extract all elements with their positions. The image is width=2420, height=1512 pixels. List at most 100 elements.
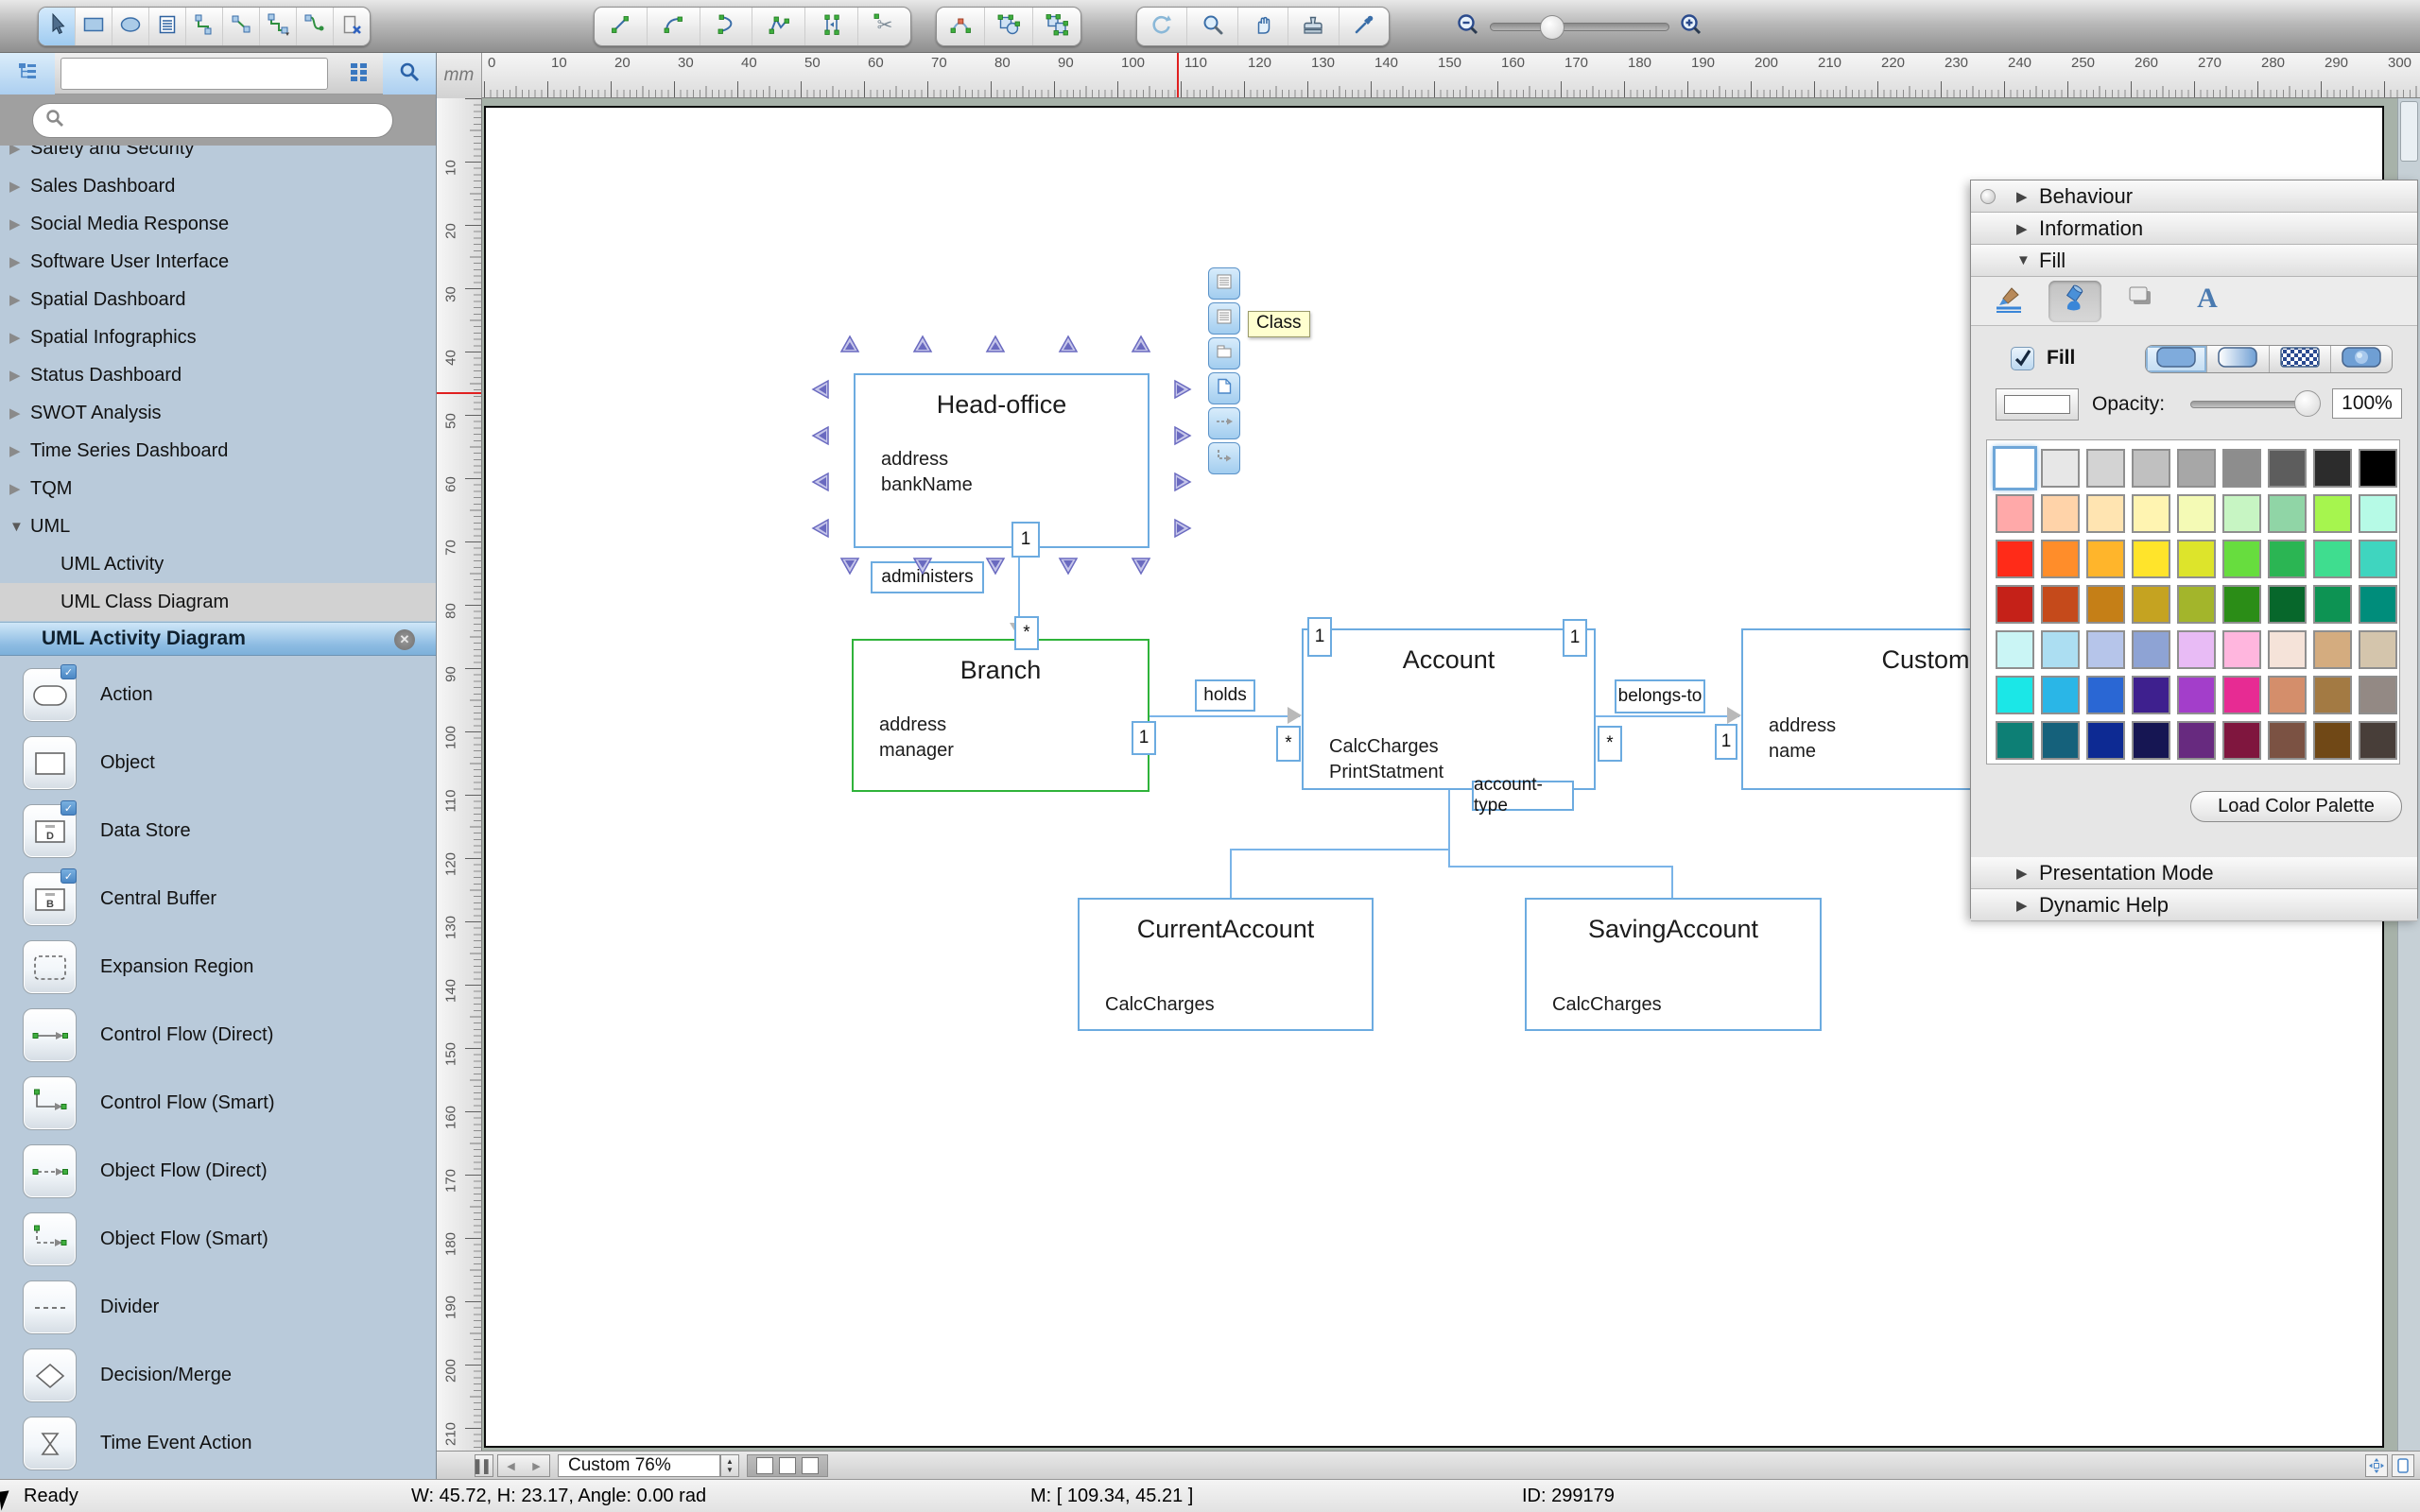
association-label[interactable]: 1 — [1307, 617, 1332, 657]
uml-class-head-office[interactable]: Head-officeaddressbankName — [854, 373, 1150, 548]
text-tab[interactable]: A — [2181, 281, 2234, 322]
color-swatch[interactable] — [2177, 630, 2216, 669]
uml-class-currentaccount[interactable]: CurrentAccountCalcCharges — [1078, 898, 1374, 1031]
color-swatch[interactable] — [2132, 676, 2170, 714]
shape-item-flow-smart[interactable]: Control Flow (Smart) — [0, 1070, 436, 1138]
color-swatch[interactable] — [2132, 721, 2170, 760]
sidebar-item-uml-class-diagram[interactable]: UML Class Diagram — [0, 583, 436, 621]
text-tool-button[interactable] — [149, 8, 186, 45]
connector-line[interactable] — [1671, 866, 1673, 898]
connector-line[interactable] — [1448, 790, 1450, 866]
color-swatch[interactable] — [2041, 721, 2080, 760]
pan-tool-button[interactable] — [1238, 8, 1288, 45]
color-swatch[interactable] — [1996, 630, 2034, 669]
sidebar-item-software-user-interface[interactable]: ▶Software User Interface — [0, 243, 436, 281]
color-swatch[interactable] — [2359, 540, 2397, 578]
zoom-slider-knob[interactable] — [1540, 15, 1564, 40]
line-tool-button[interactable] — [595, 8, 648, 45]
rotate-tool-button[interactable] — [1137, 8, 1187, 45]
color-swatch[interactable] — [2177, 494, 2216, 533]
current-color-well[interactable] — [1996, 388, 2079, 421]
connector-line[interactable] — [1596, 715, 1739, 717]
group-tool-button[interactable] — [1033, 8, 1080, 45]
connector-curve-tool-button[interactable] — [297, 8, 334, 45]
class-button[interactable] — [1208, 302, 1240, 335]
sidebar-item-spatial-dashboard[interactable]: ▶Spatial Dashboard — [0, 281, 436, 318]
rapiddraw-up-arrow[interactable] — [912, 334, 933, 354]
rapiddraw-down-arrow[interactable] — [985, 556, 1006, 576]
inspector-section-information[interactable]: ▶Information — [1971, 213, 2417, 245]
color-swatch[interactable] — [2268, 676, 2307, 714]
inspector-section-behaviour[interactable]: ▶Behaviour — [1971, 180, 2417, 213]
brush-tab[interactable] — [1982, 281, 2035, 322]
zoom-slider[interactable] — [1490, 23, 1669, 31]
inspector-section-fill[interactable]: ▼Fill — [1971, 245, 2417, 277]
elbow-arrow-button[interactable] — [1208, 442, 1240, 474]
color-swatch[interactable] — [2268, 449, 2307, 488]
sidebar-item-social-media-response[interactable]: ▶Social Media Response — [0, 205, 436, 243]
color-swatch[interactable] — [2041, 449, 2080, 488]
sidebar-item-status-dashboard[interactable]: ▶Status Dashboard — [0, 356, 436, 394]
color-swatch[interactable] — [1996, 540, 2034, 578]
color-swatch[interactable] — [2268, 721, 2307, 760]
arc-tool-button[interactable] — [648, 8, 700, 45]
rapiddraw-left-arrow[interactable] — [810, 379, 831, 400]
disclosure-triangle-icon[interactable]: ▶ — [9, 215, 30, 232]
association-label[interactable]: * — [1598, 726, 1622, 762]
color-swatch[interactable] — [2177, 585, 2216, 624]
shape-item-decision[interactable]: Decision/Merge — [0, 1342, 436, 1410]
color-swatch[interactable] — [2313, 449, 2352, 488]
color-swatch[interactable] — [2132, 585, 2170, 624]
connector-line[interactable] — [1230, 849, 1232, 898]
color-swatch[interactable] — [2359, 585, 2397, 624]
disclosure-triangle-icon[interactable]: ▶ — [9, 480, 30, 497]
sidebar-item-safety-and-security[interactable]: ▶Safety and Security — [0, 146, 436, 167]
palette-header[interactable]: UML Activity Diagram ✕ — [0, 622, 436, 656]
shadow-tab[interactable] — [2115, 281, 2168, 322]
shape-item-timeevent[interactable]: Time Event Action — [0, 1410, 436, 1478]
rapiddraw-right-arrow[interactable] — [1172, 518, 1193, 539]
color-swatch[interactable] — [2132, 494, 2170, 533]
zoom-in-icon[interactable] — [1679, 12, 1703, 42]
uml-class-savingaccount[interactable]: SavingAccountCalcCharges — [1525, 898, 1822, 1031]
sidebar-item-sales-dashboard[interactable]: ▶Sales Dashboard — [0, 167, 436, 205]
combine-tool-button[interactable] — [985, 8, 1033, 45]
close-icon[interactable]: ✕ — [394, 629, 415, 650]
shape-item-expansion[interactable]: Expansion Region — [0, 934, 436, 1002]
class-button[interactable] — [1208, 267, 1240, 300]
load-color-palette-button[interactable]: Load Color Palette — [2190, 791, 2402, 822]
color-swatch[interactable] — [2222, 721, 2261, 760]
color-swatch[interactable] — [2041, 540, 2080, 578]
inspector-section-presentation-mode[interactable]: ▶Presentation Mode — [1971, 857, 2417, 889]
connector-line[interactable] — [1448, 866, 1671, 868]
association-label[interactable]: belongs-to — [1615, 679, 1705, 713]
color-swatch[interactable] — [2177, 676, 2216, 714]
color-swatch[interactable] — [2086, 585, 2125, 624]
color-swatch[interactable] — [2313, 721, 2352, 760]
eyedropper-tool-button[interactable] — [1340, 8, 1389, 45]
fill-checkbox[interactable] — [2011, 347, 2034, 370]
rapiddraw-left-arrow[interactable] — [810, 472, 831, 492]
sidebar-item-tqm[interactable]: ▶TQM — [0, 470, 436, 507]
library-tree-button[interactable] — [0, 53, 55, 94]
color-swatch[interactable] — [2086, 540, 2125, 578]
sidebar-item-uml[interactable]: ▼UML — [0, 507, 436, 545]
disclosure-triangle-icon[interactable]: ▶ — [9, 291, 30, 308]
disconnect-tool-button[interactable] — [334, 8, 370, 45]
rapiddraw-right-arrow[interactable] — [1172, 425, 1193, 446]
color-swatch[interactable] — [2268, 494, 2307, 533]
association-label[interactable]: holds — [1195, 679, 1255, 712]
color-swatch[interactable] — [2086, 721, 2125, 760]
color-swatch[interactable] — [2132, 630, 2170, 669]
color-swatch[interactable] — [2313, 494, 2352, 533]
shape-item-objflow-direct[interactable]: Object Flow (Direct) — [0, 1138, 436, 1206]
disclosure-triangle-icon[interactable]: ▶ — [9, 329, 30, 346]
color-swatch[interactable] — [2359, 721, 2397, 760]
curve-tool-button[interactable] — [700, 8, 753, 45]
fill-style-pattern[interactable] — [2270, 346, 2331, 372]
connector-line[interactable] — [1230, 849, 1448, 850]
color-swatch[interactable] — [2041, 630, 2080, 669]
library-grid-button[interactable] — [334, 53, 383, 94]
color-swatch[interactable] — [2177, 721, 2216, 760]
color-swatch[interactable] — [2086, 630, 2125, 669]
